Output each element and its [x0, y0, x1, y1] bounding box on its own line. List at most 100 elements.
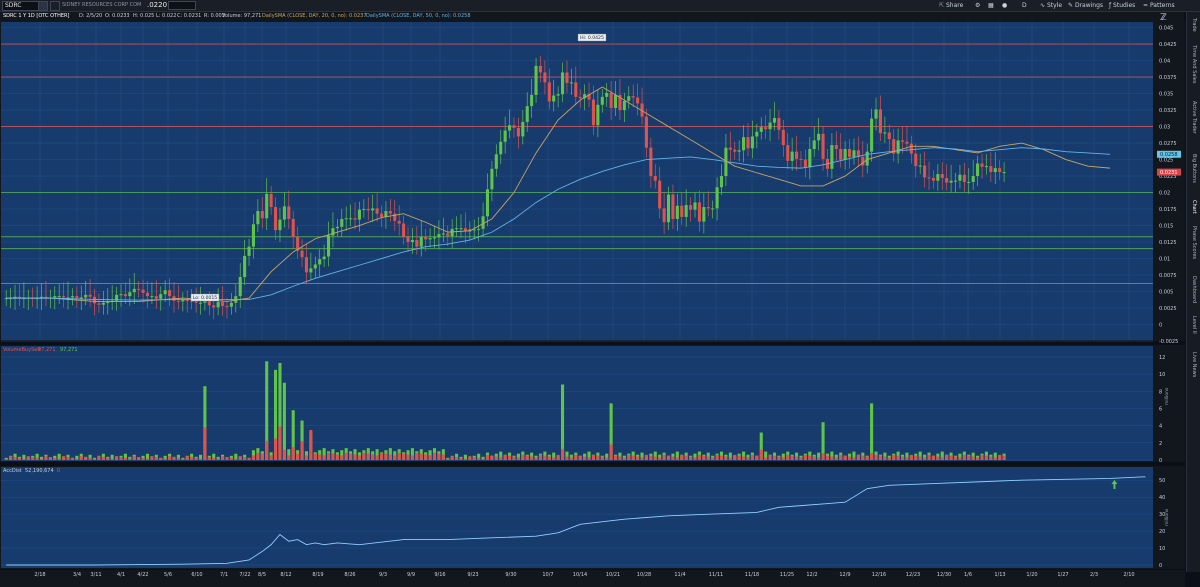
candle-body	[128, 292, 132, 297]
volume-bar-sell	[265, 441, 269, 460]
volume-bar-sell	[379, 452, 384, 460]
volume-bar-sell	[786, 454, 790, 460]
candle-body	[437, 234, 441, 238]
volume-bar-sell	[181, 458, 185, 460]
candle-body	[362, 209, 366, 211]
candle-body	[658, 180, 662, 209]
patterns-icon: ≈	[1143, 2, 1149, 9]
candle-body	[702, 207, 706, 222]
volume-bar-sell	[781, 457, 785, 460]
volume-bar-sell	[918, 456, 922, 460]
candle-body	[900, 140, 905, 142]
candle-body	[609, 92, 613, 109]
volume-bar-sell	[772, 455, 777, 460]
candle-body	[97, 303, 101, 305]
readout-volume: Volume: 97,271	[222, 13, 262, 19]
volume-unit-label: millions	[1164, 387, 1170, 405]
chart-area[interactable]: 0.045 0.0425 0.04 0.0375 0.035 0.0325 0.03 0.02…	[0, 21, 1185, 587]
sidebar-tab-chart[interactable]: Chart	[1190, 200, 1197, 214]
volume-bar-sell	[702, 455, 706, 460]
symbol-link-button[interactable]	[50, 1, 60, 11]
candle-body	[706, 207, 710, 209]
candle-body	[631, 96, 635, 98]
x-axis-label: 10/28	[637, 572, 651, 578]
x-axis-label: 12/16	[872, 572, 886, 578]
volume-bar-sell	[172, 456, 176, 460]
price-field[interactable]	[168, 1, 196, 10]
sma50-legend[interactable]: DailySMA (CLOSE, DAY, 50, 0, no): 0.0258	[366, 12, 471, 21]
volume-bar-sell	[375, 455, 379, 460]
x-axis-label: 9/9	[407, 572, 415, 578]
accdist-tick-label: 40	[1159, 495, 1165, 501]
candle-body	[388, 211, 392, 214]
layout-button[interactable]: ▦	[988, 1, 994, 10]
sidebar-tab-phase-scores[interactable]: Phase Scores	[1190, 226, 1197, 259]
accdist-readout: 52,190,674	[25, 468, 54, 474]
volume-bar-sell	[494, 456, 498, 460]
candle-body	[534, 65, 538, 95]
style-button[interactable]: ∿ Style	[1040, 1, 1062, 10]
thinkorswim-chart-window: SDRC SIDNEY RESOURCES CORP COM .0220 ⇱ S…	[0, 0, 1200, 587]
chart-title: SDRC 1 Y 1D [OTC OTHER]	[3, 13, 70, 19]
price-annotation-label: Hi: 0.0425	[580, 35, 604, 41]
volume-bar-sell	[48, 456, 52, 460]
candle-body	[229, 302, 233, 307]
sidebar-tab-live-news[interactable]: Live News	[1190, 352, 1197, 377]
x-axis-label: 10/14	[573, 572, 587, 578]
candle-body	[163, 290, 167, 295]
volume-bar-sell	[22, 458, 26, 460]
volume-bar-sell	[980, 454, 984, 460]
symbol-input[interactable]: SDRC	[2, 1, 40, 11]
volume-bar-sell	[613, 455, 618, 460]
volume-bar-sell	[671, 456, 675, 460]
volume-bar-sell	[185, 456, 189, 460]
lock-button[interactable]: ●	[1002, 1, 1007, 10]
candle-body	[516, 127, 520, 137]
volume-bar-sell	[653, 456, 657, 460]
candle-body	[627, 96, 631, 101]
sidebar-tab-big-buttons[interactable]: Big Buttons	[1190, 154, 1197, 183]
price-tick-label: 0.035	[1159, 92, 1173, 98]
volume-bar-sell	[318, 454, 322, 460]
volume-bar-sell	[13, 456, 17, 460]
drawings-button[interactable]: ✎ Drawings	[1068, 1, 1103, 10]
x-axis-label: 12/23	[906, 572, 920, 578]
studies-button[interactable]: ƒ Studies	[1109, 1, 1135, 10]
candle-body	[980, 163, 984, 167]
candle-body	[530, 94, 534, 107]
volume-bar-sell	[878, 455, 882, 460]
candle-body	[976, 163, 980, 177]
sidebar-tab-level-ii[interactable]: Level II	[1190, 316, 1197, 334]
sidebar-tab-time-and-sales[interactable]: Time And Sales	[1190, 45, 1197, 84]
volume-bar-sell	[861, 455, 865, 460]
candle-body	[216, 302, 220, 308]
candle-body	[75, 296, 79, 299]
timeframe-button[interactable]: D	[1022, 1, 1027, 10]
volume-bar-sell	[848, 456, 852, 460]
sma20-legend[interactable]: DailySMA (CLOSE, DAY, 20, 0, no): 0.0237	[262, 12, 367, 21]
volume-bar-sell	[229, 457, 233, 460]
volume-bar-sell	[481, 458, 485, 460]
candle-body	[256, 211, 260, 225]
candle-body	[185, 300, 189, 302]
candle-body	[574, 82, 578, 97]
volume-bar-sell	[742, 456, 746, 460]
candle-body	[636, 97, 640, 104]
candle-body	[304, 257, 308, 273]
settings-button[interactable]: ⚙	[975, 1, 980, 10]
volume-bar-sell	[949, 455, 953, 460]
volume-bar-sell	[856, 454, 860, 460]
volume-bar-sell	[485, 454, 490, 460]
share-button[interactable]: ⇱ Share	[939, 1, 963, 10]
sidebar-tab-dashboard[interactable]: Dashboard	[1190, 276, 1197, 303]
candle-body	[379, 213, 384, 217]
symbol-dropdown-button[interactable]	[38, 1, 48, 11]
sidebar-tab-active-trader[interactable]: Active Trader	[1190, 101, 1197, 134]
volume-bar-sell	[446, 458, 450, 460]
volume-bar-sell	[477, 457, 481, 460]
readout-high: H: 0.025	[133, 13, 155, 19]
candle-body	[728, 147, 732, 150]
volume-bar-sell	[66, 456, 70, 460]
sidebar-tab-trade[interactable]: Trade	[1190, 18, 1197, 32]
patterns-button[interactable]: ≈ Patterns	[1143, 1, 1175, 10]
